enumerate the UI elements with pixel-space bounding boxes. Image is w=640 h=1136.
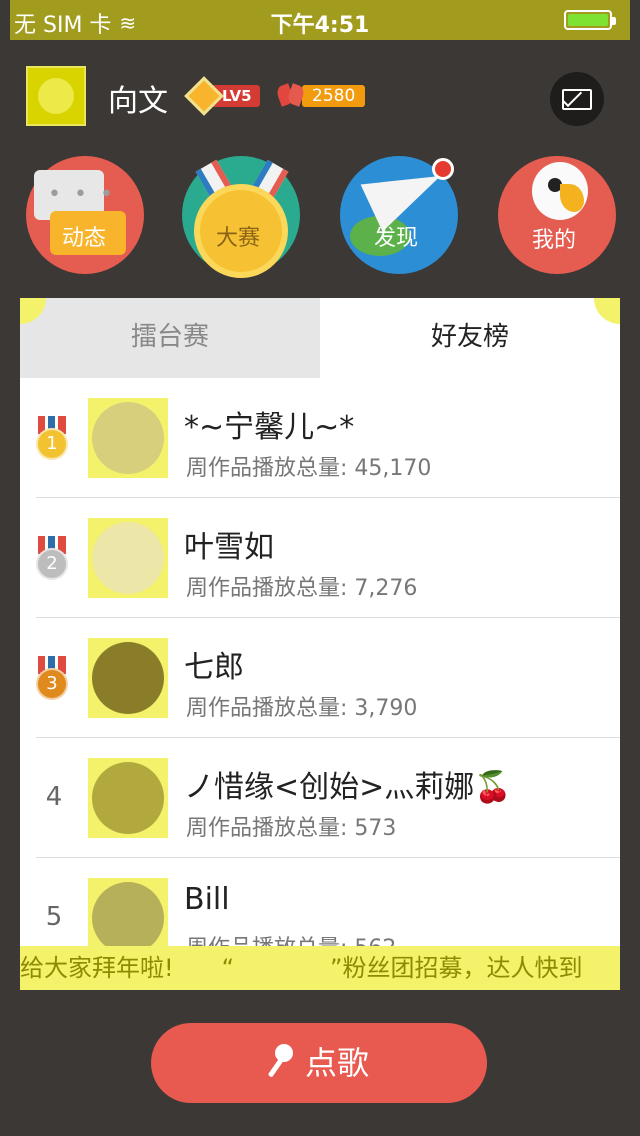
ranking-stat: 周作品播放总量: 7,276: [186, 576, 418, 601]
leaderboard-panel: 擂台赛 好友榜 1 *~宁馨儿~* 周作品播放总量: 45,170 2 叶雪如 …: [20, 298, 620, 990]
ranking-name: Bill: [184, 882, 230, 917]
ranking-name: 叶雪如: [184, 530, 274, 565]
main-nav: • • • 动态 大赛 发现 我的: [0, 152, 640, 282]
nav-mine-label: 我的: [532, 228, 577, 253]
ranking-stat: 周作品播放总量: 573: [186, 816, 397, 841]
envelope-icon: [562, 89, 592, 110]
ranking-name: 七郎: [184, 650, 244, 685]
score-badge: 2580: [276, 82, 366, 110]
nav-feed-button[interactable]: • • • 动态: [26, 156, 144, 274]
tab-friends[interactable]: 好友榜: [320, 298, 620, 378]
profile-header: 向文 LV5 2580: [26, 66, 614, 128]
nav-contest-button[interactable]: 大赛: [182, 156, 300, 278]
microphone-icon: [269, 1044, 295, 1078]
leaderboard-tabs: 擂台赛 好友榜: [20, 298, 620, 378]
score-value: 2580: [302, 85, 366, 107]
nav-mine-button[interactable]: 我的: [498, 156, 616, 274]
clock: 下午4:51: [270, 13, 370, 38]
avatar: [88, 518, 168, 598]
nav-contest-label: 大赛: [216, 226, 261, 251]
avatar: [88, 758, 168, 838]
avatar: [88, 638, 168, 718]
status-bar: 无 SIM 卡 ≋ 下午4:51: [10, 0, 630, 40]
silver-medal-icon: 2: [36, 536, 68, 584]
nav-discover-label: 发现: [374, 226, 419, 251]
announcement-ticker[interactable]: 给大家拜年啦! “ ”粉丝团招募，达人快到: [20, 946, 620, 990]
gold-medal-icon: 1: [36, 416, 68, 464]
rank-number: 4: [45, 782, 63, 812]
notification-dot: [432, 158, 454, 180]
level-badge: LV5: [184, 76, 260, 116]
nav-discover-button[interactable]: 发现: [340, 152, 458, 274]
battery-icon: [564, 10, 616, 30]
request-song-button[interactable]: 点歌: [151, 1023, 487, 1103]
nav-feed-label: 动态: [62, 226, 107, 251]
list-item[interactable]: 5 Bill 周作品播放总量: 562: [20, 858, 620, 946]
list-item[interactable]: 2 叶雪如 周作品播放总量: 7,276: [20, 498, 620, 618]
ranking-stat: 周作品播放总量: 562: [186, 930, 396, 946]
list-item[interactable]: 1 *~宁馨儿~* 周作品播放总量: 45,170: [20, 378, 620, 498]
list-item[interactable]: 3 七郎 周作品播放总量: 3,790: [20, 618, 620, 738]
ranking-stat: 周作品播放总量: 3,790: [186, 696, 418, 721]
ranking-list: 1 *~宁馨儿~* 周作品播放总量: 45,170 2 叶雪如 周作品播放总量:…: [20, 378, 620, 946]
mail-button[interactable]: [550, 72, 604, 126]
user-avatar[interactable]: [26, 66, 86, 126]
request-song-label: 点歌: [304, 1044, 369, 1082]
ranking-name: *~宁馨儿~*: [184, 410, 355, 445]
avatar: [88, 398, 168, 478]
ranking-stat: 周作品播放总量: 45,170: [186, 456, 432, 481]
rank-number: 5: [45, 902, 63, 932]
user-name: 向文: [108, 84, 168, 119]
avatar: [88, 878, 168, 946]
tab-arena[interactable]: 擂台赛: [20, 298, 320, 378]
bronze-medal-icon: 3: [36, 656, 68, 704]
list-item[interactable]: 4 ノ惜缘<创始>灬莉娜🍒 周作品播放总量: 573: [20, 738, 620, 858]
flower-icon: [276, 82, 306, 110]
ranking-name: ノ惜缘<创始>灬莉娜🍒: [184, 770, 512, 805]
level-diamond-icon: [184, 76, 224, 116]
